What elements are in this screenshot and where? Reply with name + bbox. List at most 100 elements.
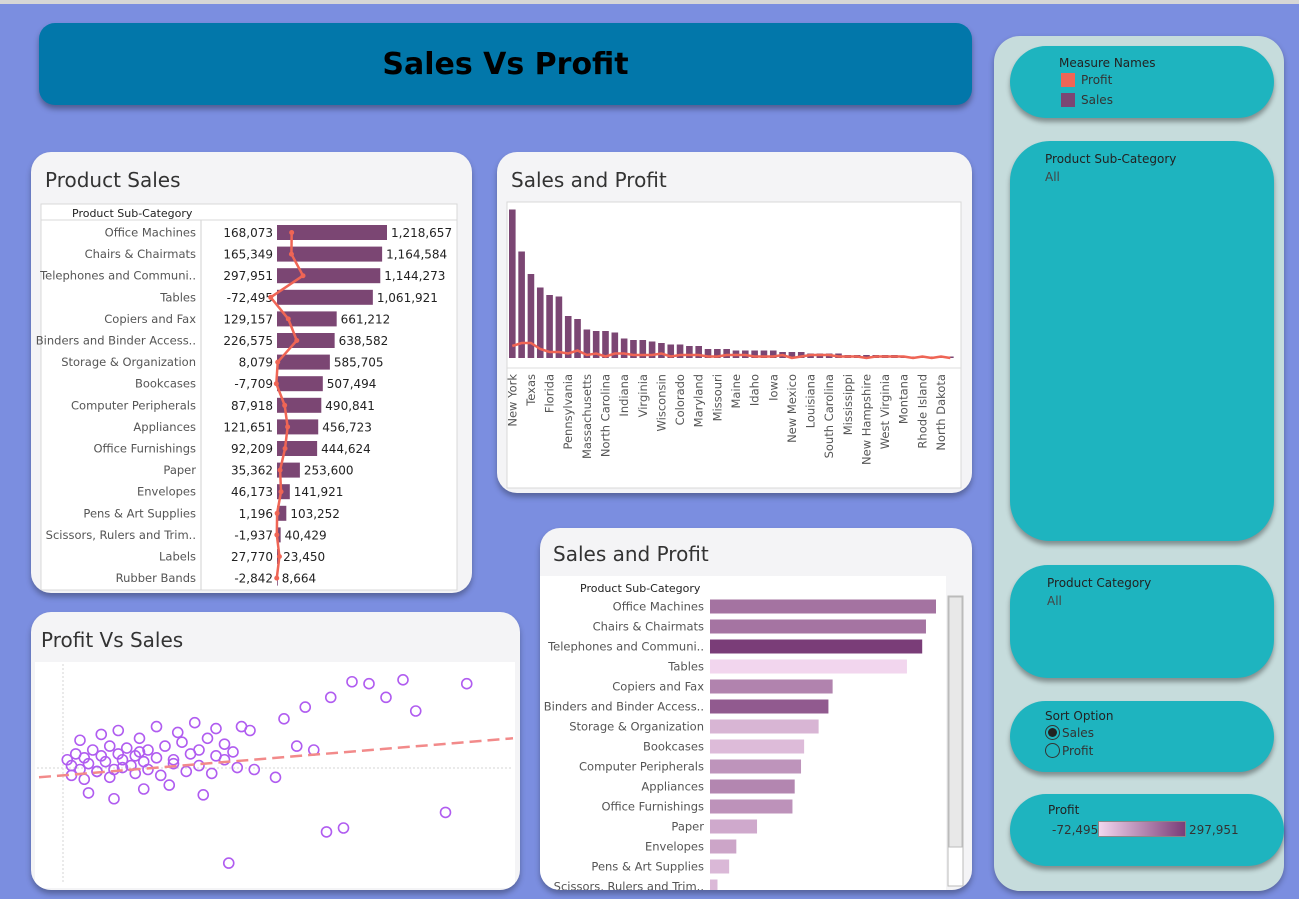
state-label: New Mexico — [785, 374, 799, 443]
sales-value-label: 507,494 — [327, 377, 377, 391]
sales-bar — [710, 839, 737, 854]
filter-side-panel: Measure Names Profit Sales Product Sub-C… — [994, 36, 1284, 891]
sales-bar — [546, 295, 553, 358]
measure-names-legend: Measure Names Profit Sales — [1010, 46, 1274, 118]
category-label: Copiers and Fax — [612, 680, 704, 694]
category-label: Envelopes — [137, 485, 196, 499]
profit-point — [277, 467, 283, 473]
profit-value-label: -72,495 — [227, 291, 273, 305]
state-label: Pennsylvania — [561, 374, 575, 450]
profit-point — [294, 338, 300, 343]
category-label: Binders and Binder Access.. — [544, 700, 704, 714]
subcategory-filter-title: Product Sub-Category — [1045, 152, 1177, 166]
legend-item-label: Sales — [1081, 93, 1113, 107]
state-label: Idaho — [748, 374, 762, 406]
category-label: Binders and Binder Access.. — [36, 334, 196, 348]
column-header: Product Sub-Category — [580, 582, 701, 595]
plot-area — [35, 662, 515, 888]
profit-value-label: 87,918 — [231, 399, 273, 413]
state-label: South Carolina — [822, 374, 836, 458]
profit-point — [274, 575, 280, 581]
sales-bar — [277, 354, 330, 370]
sales-value-label: 8,664 — [282, 572, 316, 586]
scrollbar-thumb — [948, 596, 963, 848]
profit-point — [289, 230, 295, 235]
sales-value-label: 141,921 — [294, 485, 344, 499]
sales-bar — [710, 679, 833, 694]
category-label: Appliances — [641, 780, 704, 794]
radio-unselected-icon[interactable] — [1045, 743, 1060, 758]
category-filter-title: Product Category — [1047, 576, 1152, 590]
profit-point — [275, 359, 281, 365]
sales-value-label: 253,600 — [304, 464, 354, 478]
profit-value-label: 92,209 — [231, 442, 273, 456]
state-label: Montana — [897, 374, 911, 424]
profit-value-label: 1,196 — [239, 507, 273, 521]
category-label: Chairs & Chairmats — [593, 620, 704, 634]
sales-bar — [277, 376, 323, 392]
state-label: Florida — [543, 374, 557, 413]
profit-vs-sales-card: Profit Vs Sales — [31, 612, 520, 890]
category-label: Tables — [159, 290, 196, 304]
category-filter[interactable]: Product Category All — [1010, 565, 1274, 678]
profit-value-label: 165,349 — [223, 248, 273, 262]
sales-bar — [710, 699, 829, 714]
sales-bar — [710, 719, 819, 734]
sales-bar — [658, 343, 665, 358]
state-label: Indiana — [617, 374, 631, 417]
sales-bar — [710, 879, 718, 890]
category-label: Rubber Bands — [116, 571, 196, 585]
profit-value-label: 27,770 — [231, 550, 273, 564]
profit-point — [282, 446, 288, 451]
profit-point — [278, 489, 284, 495]
state-label: Massachusetts — [580, 374, 594, 459]
category-label: Office Machines — [613, 600, 704, 614]
profit-scale-max: 297,951 — [1189, 823, 1239, 837]
state-label: Maryland — [692, 374, 706, 427]
category-label: Bookcases — [135, 377, 196, 391]
state-sales-profit-chart: New York Texas Florida Pennsylvania Massachu… — [505, 201, 962, 489]
sales-bar — [710, 859, 730, 874]
category-label: Computer Peripherals — [71, 398, 196, 412]
sales-bar — [710, 819, 758, 834]
sort-option-profit[interactable]: Profit — [1045, 743, 1093, 758]
profit-swatch — [1061, 73, 1075, 87]
category-label: Copiers and Fax — [104, 312, 196, 326]
category-label: Telephones and Communi.. — [39, 269, 196, 283]
sales-value-label: 456,723 — [322, 420, 372, 434]
category-label: Chairs & Chairmats — [85, 247, 196, 261]
profit-value-label: 226,575 — [223, 334, 273, 348]
profit-value-label: 168,073 — [223, 226, 273, 240]
category-label: Telephones and Communi.. — [547, 640, 704, 654]
sales-bar — [710, 739, 805, 754]
sort-option-sales[interactable]: Sales — [1045, 725, 1094, 740]
sales-bar — [710, 599, 936, 614]
sales-value-label: 1,164,584 — [386, 248, 447, 262]
radio-selected-icon[interactable] — [1045, 725, 1060, 740]
profit-value-label: -2,842 — [234, 572, 273, 586]
subcategory-filter-value[interactable]: All — [1045, 170, 1060, 184]
legend-item-profit[interactable]: Profit — [1061, 73, 1112, 87]
profit-value-label: 121,651 — [223, 420, 273, 434]
sort-option-control: Sort Option Sales Profit — [1010, 701, 1274, 772]
window-top-edge — [0, 0, 1299, 4]
legend-item-sales[interactable]: Sales — [1061, 93, 1113, 107]
profit-gradient-bar — [1098, 821, 1186, 837]
category-label: Paper — [163, 463, 196, 477]
subcategory-filter[interactable]: Product Sub-Category All — [1010, 141, 1274, 541]
state-label: Missouri — [710, 374, 724, 421]
profit-point — [276, 554, 282, 559]
sort-option-label: Profit — [1062, 743, 1094, 758]
category-filter-value[interactable]: All — [1047, 594, 1062, 608]
sales-bar — [710, 759, 802, 774]
category-label: Pens & Art Supplies — [591, 860, 704, 874]
sales-value-label: 444,624 — [321, 442, 371, 456]
sales-value-label: 40,429 — [285, 528, 327, 542]
sales-value-label: 585,705 — [334, 356, 384, 370]
sales-bar — [277, 268, 381, 284]
sales-value-label: 661,212 — [341, 312, 391, 326]
sales-bar — [723, 349, 730, 358]
sales-bar — [710, 639, 923, 654]
sales-value-label: 103,252 — [290, 507, 340, 521]
product-sales-chart: Product Sub-Category Office Machines 1,218… — [36, 203, 458, 591]
